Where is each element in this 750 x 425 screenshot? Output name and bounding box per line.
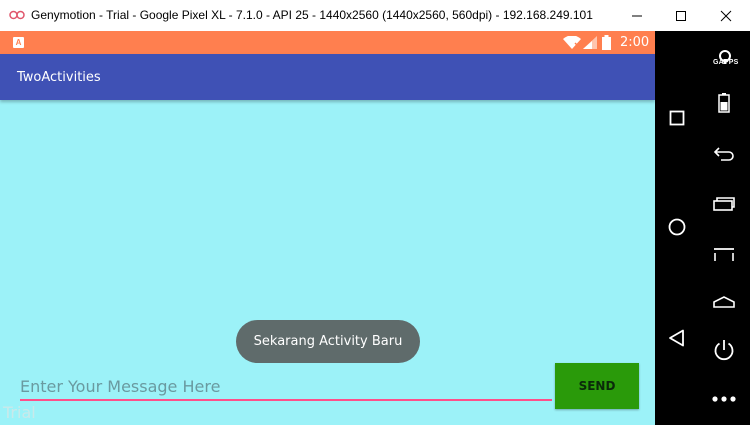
nav-overview-button[interactable] [665, 106, 689, 130]
more-button[interactable] [710, 391, 738, 407]
menu-icon [714, 248, 734, 261]
close-icon [720, 10, 732, 21]
menu-button[interactable] [712, 243, 736, 265]
circle-icon [668, 218, 686, 236]
signal-icon [583, 36, 597, 49]
trial-watermark: Trial [3, 403, 36, 422]
notification-icon: A [13, 37, 24, 48]
status-time: 2:00 [620, 35, 650, 50]
power-button[interactable] [712, 338, 736, 362]
send-button[interactable]: SEND [555, 363, 639, 409]
nav-back-button[interactable] [665, 326, 689, 350]
window-titlebar: Genymotion - Trial - Google Pixel XL - 7… [0, 0, 750, 31]
maximize-icon [676, 10, 686, 21]
battery-button[interactable] [713, 91, 735, 115]
wifi-icon [563, 36, 581, 49]
toast-message: Sekarang Activity Baru [236, 320, 420, 363]
battery-icon [718, 93, 730, 113]
triangle-back-icon [669, 329, 684, 347]
minimize-button[interactable] [614, 0, 660, 31]
device-screen: A 2:00 TwoActivities Sekarang Activity B… [0, 31, 655, 425]
message-input[interactable] [20, 373, 552, 401]
genymotion-logo [9, 10, 25, 20]
home-button[interactable] [712, 291, 736, 313]
gapps-button[interactable] [710, 44, 740, 70]
gapps-label: GAPPS [713, 59, 739, 66]
home-icon [713, 296, 735, 308]
more-icon [712, 396, 736, 402]
minimize-icon [632, 15, 642, 16]
power-icon [714, 340, 734, 361]
app-bar: TwoActivities [0, 54, 655, 100]
back-button[interactable] [712, 143, 736, 165]
close-button[interactable] [703, 0, 749, 31]
window-title: Genymotion - Trial - Google Pixel XL - 7… [31, 8, 593, 22]
nav-home-button[interactable] [665, 215, 689, 239]
recent-apps-icon [713, 197, 735, 211]
recent-apps-button[interactable] [712, 193, 736, 215]
maximize-button[interactable] [658, 0, 704, 31]
app-title: TwoActivities [17, 70, 101, 85]
battery-icon [602, 35, 611, 50]
square-icon [669, 110, 685, 126]
genymotion-sidebar: GAPPS [655, 31, 750, 425]
back-icon [713, 147, 734, 161]
status-bar: A 2:00 [0, 31, 655, 54]
